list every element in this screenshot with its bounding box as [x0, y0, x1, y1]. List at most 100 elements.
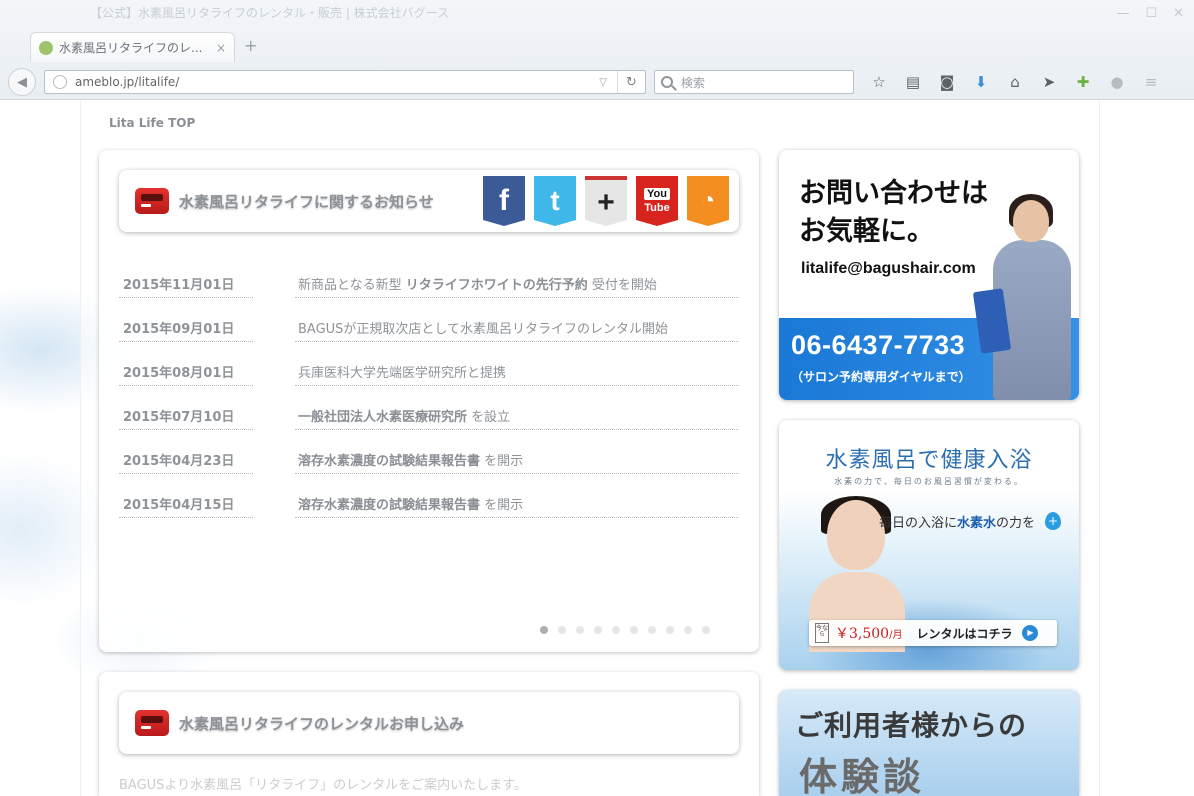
globe-icon: [53, 75, 67, 89]
window-controls: — ☐ ✕: [1116, 6, 1184, 21]
news-title: 水素風呂リタライフに関するお知らせ: [179, 192, 434, 211]
pager-dot[interactable]: [612, 626, 620, 634]
rental-price-button[interactable]: 今なら ￥3,500/月 レンタルはコチラ ▶: [809, 620, 1057, 646]
news-date: 2015年07月10日: [119, 406, 253, 430]
home-icon[interactable]: ⌂: [998, 70, 1032, 94]
news-link[interactable]: 新商品となる新型 リタライフホワイトの先行予約 受付を開始: [295, 274, 739, 298]
contact-note: （サロン予約専用ダイヤルまで）: [791, 370, 971, 384]
window-title: 【公式】水素風呂リタライフのレンタル・販売 | 株式会社バグース: [90, 6, 450, 20]
title-strip: 【公式】水素風呂リタライフのレンタル・販売 | 株式会社バグース — ☐ ✕: [0, 0, 1194, 30]
url-text[interactable]: ameblo.jp/litalife/: [75, 75, 599, 89]
price-value: ￥3,500/月: [835, 626, 903, 642]
news-date: 2015年04月23日: [119, 450, 253, 474]
news-card: 水素風呂リタライフに関するお知らせ f t + You Tube ◔ 2015年…: [99, 150, 759, 652]
menu-icon[interactable]: ≡: [1134, 70, 1168, 94]
news-date: 2015年08月01日: [119, 362, 253, 386]
list-item: 2015年07月10日 一般社団法人水素医療研究所 を設立: [119, 394, 739, 438]
pager-dot[interactable]: [558, 626, 566, 634]
rental-intro: BAGUSより水素風呂「リタライフ」のレンタルをご案内いたします。: [119, 778, 527, 793]
receptionist-illustration: [972, 194, 1075, 400]
list-item: 2015年08月01日 兵庫医科大学先端医学研究所と提携: [119, 350, 739, 394]
tab-title: 水素風呂リタライフのレ...: [59, 41, 203, 55]
pagination-dots: [540, 626, 710, 634]
list-item: 2015年11月01日 新商品となる新型 リタライフホワイトの先行予約 受付を開…: [119, 262, 739, 306]
social-links: f t + You Tube ◔: [483, 176, 729, 226]
rental-card: 水素風呂リタライフのレンタルお申し込み BAGUSより水素風呂「リタライフ」のレ…: [99, 672, 759, 796]
pager-dot[interactable]: [540, 626, 548, 634]
search-placeholder: 検索: [681, 75, 706, 90]
search-input[interactable]: 検索: [654, 70, 854, 94]
contact-phone: 06-6437-7733: [791, 330, 966, 360]
pager-dot[interactable]: [684, 626, 692, 634]
contact-banner[interactable]: お問い合わせは お気軽に。 litalife@bagushair.com 06-…: [779, 150, 1079, 400]
tab-close-icon[interactable]: ×: [216, 41, 226, 55]
news-link[interactable]: 溶存水素濃度の試験結果報告書 を開示: [295, 450, 739, 474]
news-list: 2015年11月01日 新商品となる新型 リタライフホワイトの先行予約 受付を開…: [119, 262, 739, 526]
close-window-icon[interactable]: ✕: [1173, 6, 1184, 21]
dropdown-arrow-icon[interactable]: ▽: [599, 77, 607, 88]
review-banner[interactable]: ご利用者様からの 体験談: [779, 690, 1079, 796]
google-plus-icon[interactable]: +: [585, 176, 627, 226]
rental-header: 水素風呂リタライフのレンタルお申し込み: [119, 692, 739, 754]
chat-icon[interactable]: ●: [1100, 70, 1134, 94]
back-arrow-icon: ◀: [17, 74, 27, 90]
play-arrow-icon: ▶: [1022, 625, 1039, 641]
youtube-you-label: You: [644, 188, 670, 200]
pocket-icon[interactable]: ◙: [930, 70, 964, 94]
bookmark-star-icon[interactable]: ☆: [862, 70, 896, 94]
share-icon[interactable]: ➤: [1032, 70, 1066, 94]
news-link[interactable]: 溶存水素濃度の試験結果報告書 を開示: [295, 494, 739, 518]
pager-dot[interactable]: [594, 626, 602, 634]
news-header: 水素風呂リタライフに関するお知らせ f t + You Tube ◔: [119, 170, 739, 232]
reading-list-icon[interactable]: ▤: [896, 70, 930, 94]
bath-banner[interactable]: 水素風呂で健康入浴 水素の力で、毎日のお風呂習慣が変わる。 毎日の入浴に水素水の…: [779, 420, 1079, 670]
browser-tab[interactable]: 水素風呂リタライフのレ... ×: [30, 32, 235, 62]
url-bar[interactable]: ameblo.jp/litalife/ ▽ ↻: [44, 70, 646, 94]
rental-cta: レンタルはコチラ: [916, 626, 1013, 641]
breadcrumb[interactable]: Lita Life TOP: [109, 116, 195, 130]
review-heading: ご利用者様からの: [795, 710, 1028, 741]
bath-tagline: 毎日の入浴に水素水の力を: [879, 516, 1036, 531]
pager-dot[interactable]: [648, 626, 656, 634]
news-link[interactable]: BAGUSが正規取次店として水素風呂リタライフのレンタル開始: [295, 318, 739, 342]
hydrogen-device-icon: [135, 710, 169, 736]
hydrogen-device-icon: [135, 188, 169, 214]
price-badge: 今なら: [815, 623, 829, 643]
browser-chrome: 【公式】水素風呂リタライフのレンタル・販売 | 株式会社バグース — ☐ ✕ 水…: [0, 0, 1194, 100]
addon-puzzle-icon[interactable]: ✚: [1066, 70, 1100, 94]
twitter-icon[interactable]: t: [534, 176, 576, 226]
toolbar-icons: ☆ ▤ ◙ ⬇ ⌂ ➤ ✚ ● ≡: [862, 70, 1168, 94]
pager-dot[interactable]: [666, 626, 674, 634]
bath-subtitle: 水素の力で、毎日のお風呂習慣が変わる。: [834, 477, 1024, 486]
pager-dot[interactable]: [630, 626, 638, 634]
pager-dot[interactable]: [702, 626, 710, 634]
minimize-icon[interactable]: —: [1116, 6, 1129, 21]
reload-icon[interactable]: ↻: [617, 71, 645, 93]
contact-email: litalife@bagushair.com: [801, 260, 976, 277]
maximize-icon[interactable]: ☐: [1145, 6, 1157, 21]
news-date: 2015年11月01日: [119, 274, 253, 298]
pager-dot[interactable]: [576, 626, 584, 634]
new-tab-button[interactable]: +: [244, 36, 257, 55]
news-date: 2015年04月15日: [119, 494, 253, 518]
download-icon[interactable]: ⬇: [964, 70, 998, 94]
youtube-icon[interactable]: You Tube: [636, 176, 678, 226]
review-heading-large: 体験談: [799, 757, 926, 796]
bath-title: 水素風呂で健康入浴: [825, 448, 1033, 473]
navigation-bar: ◀ ameblo.jp/litalife/ ▽ ↻ 検索 ☆ ▤ ◙ ⬇ ⌂ ➤…: [0, 66, 1194, 98]
youtube-tube-label: Tube: [644, 202, 670, 214]
list-item: 2015年04月15日 溶存水素濃度の試験結果報告書 を開示: [119, 482, 739, 526]
facebook-icon[interactable]: f: [483, 176, 525, 226]
news-link[interactable]: 兵庫医科大学先端医学研究所と提携: [295, 362, 739, 386]
water-drop-icon: +: [1045, 512, 1061, 530]
list-item: 2015年04月23日 溶存水素濃度の試験結果報告書 を開示: [119, 438, 739, 482]
back-button[interactable]: ◀: [8, 68, 36, 96]
rss-icon[interactable]: ◔: [687, 176, 729, 226]
news-date: 2015年09月01日: [119, 318, 253, 342]
search-icon: [661, 76, 673, 88]
list-item: 2015年09月01日 BAGUSが正規取次店として水素風呂リタライフのレンタル…: [119, 306, 739, 350]
news-link[interactable]: 一般社団法人水素医療研究所 を設立: [295, 406, 739, 430]
contact-heading: お問い合わせは お気軽に。: [799, 178, 988, 246]
rental-title: 水素風呂リタライフのレンタルお申し込み: [179, 714, 465, 733]
favicon-icon: [39, 40, 53, 55]
